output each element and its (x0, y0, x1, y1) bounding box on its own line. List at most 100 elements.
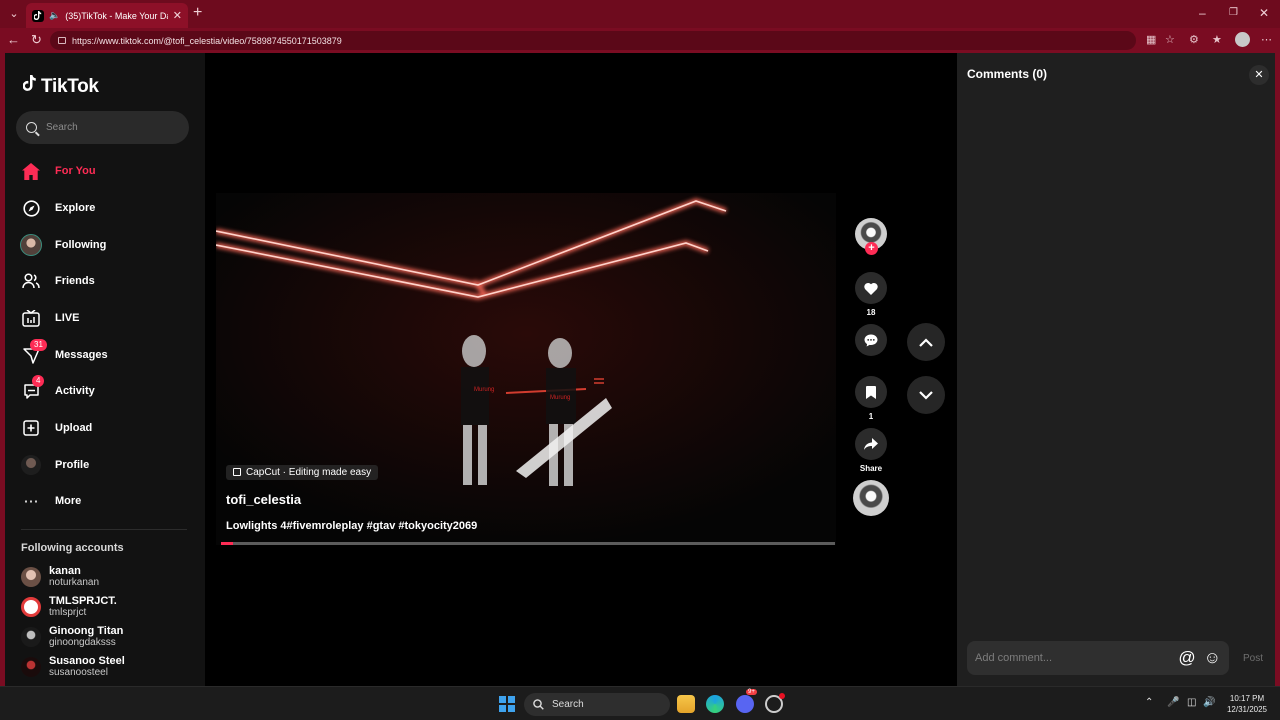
account-name: Ginoong Titan (49, 625, 124, 637)
emoji-icon[interactable]: ☺ (1204, 649, 1221, 667)
account-name: Susanoo Steel (49, 655, 125, 667)
previous-video-button[interactable] (907, 323, 945, 361)
chevron-up-icon (919, 337, 933, 347)
progress-fill (221, 542, 234, 545)
next-video-button[interactable] (907, 376, 945, 414)
follow-plus-icon[interactable]: + (865, 242, 878, 255)
app-icon[interactable] (765, 693, 785, 713)
share-button[interactable]: Share (851, 428, 891, 473)
sidebar-item-following[interactable]: Following (19, 230, 199, 260)
file-explorer-icon[interactable] (677, 695, 695, 713)
taskbar-search[interactable]: Search (524, 693, 670, 716)
url-text: https://www.tiktok.com/@tofi_celestia/vi… (72, 35, 342, 46)
music-disc-avatar (853, 480, 889, 516)
comment-input[interactable]: Add comment... @ ☺ (967, 641, 1229, 675)
tiktok-favicon-icon (32, 9, 44, 22)
sidebar-item-more[interactable]: ⋯ More (19, 486, 199, 516)
favorite-star-icon[interactable]: ☆ (1165, 34, 1175, 46)
close-comments-icon[interactable]: ✕ (1249, 65, 1269, 85)
system-clock[interactable]: 10:17 PM 12/31/2025 (1222, 693, 1272, 715)
capcut-tag[interactable]: CapCut · Editing made easy (226, 464, 379, 480)
following-account[interactable]: Susanoo Steel susanoosteel (21, 653, 191, 681)
following-account[interactable]: kanan noturkanan (21, 563, 191, 591)
microphone-icon[interactable]: 🎤 (1167, 697, 1179, 708)
music-disc-button[interactable] (851, 480, 891, 516)
mention-icon[interactable]: @ (1178, 649, 1195, 667)
like-count: 18 (866, 308, 876, 317)
app-available-icon[interactable]: ▦ (1146, 34, 1156, 46)
window-close-icon[interactable]: ✕ (1259, 6, 1269, 20)
sidebar-item-friends[interactable]: Friends (19, 266, 199, 296)
account-avatar (21, 657, 41, 677)
sidebar-item-for-you[interactable]: For You (19, 156, 199, 186)
network-icon[interactable]: ◫ (1187, 697, 1196, 708)
following-accounts-header: Following accounts (21, 542, 124, 554)
sidebar-item-messages[interactable]: 31 Messages (19, 339, 199, 370)
profile-avatar[interactable] (1235, 32, 1250, 47)
discord-badge: 9+ (746, 689, 757, 695)
search-icon (26, 122, 37, 133)
browser-tab[interactable]: 🔈 (35)TikTok - Make Your Day ✕ (26, 3, 188, 28)
tiktok-page: TikTok Search For You Explore Following … (5, 53, 1275, 686)
heart-icon (855, 272, 887, 304)
refresh-icon[interactable]: ↻ (31, 33, 42, 47)
sidebar: TikTok Search For You Explore Following … (5, 53, 205, 686)
account-name: kanan (49, 565, 81, 577)
profile-avatar (19, 453, 43, 477)
messages-icon: 31 (19, 339, 47, 367)
menu-dots-icon[interactable]: ⋯ (1261, 34, 1272, 46)
edge-browser-icon[interactable] (706, 695, 724, 713)
sidebar-item-upload[interactable]: Upload (19, 413, 199, 443)
sidebar-item-live[interactable]: LIVE (19, 303, 199, 333)
extension-icon[interactable]: ⚙ (1189, 34, 1199, 46)
back-icon[interactable]: ← (7, 33, 20, 47)
compass-icon (19, 196, 43, 220)
clock-date: 12/31/2025 (1226, 705, 1268, 714)
sidebar-item-activity[interactable]: 4 Activity (19, 375, 199, 406)
search-input[interactable]: Search (16, 111, 189, 144)
comments-header: Comments (0) (967, 67, 1048, 81)
like-button[interactable]: 18 (851, 272, 891, 317)
tab-audio-icon[interactable]: 🔈 (49, 10, 60, 21)
tiktok-logo[interactable]: TikTok (22, 75, 99, 98)
comment-button[interactable] (851, 324, 891, 356)
restore-icon[interactable]: ❐ (1229, 6, 1238, 20)
following-account[interactable]: TMLSPRJCT. tmlsprjct (21, 593, 191, 621)
sidebar-item-label: More (55, 495, 82, 507)
clock-time: 10:17 PM (1229, 694, 1265, 703)
search-placeholder: Search (46, 122, 78, 133)
sidebar-item-label: Activity (55, 385, 95, 397)
chevron-down-icon (919, 390, 933, 400)
following-account[interactable]: Ginoong Titan ginoongdaksss (21, 623, 191, 651)
sidebar-item-profile[interactable]: Profile (19, 450, 199, 480)
video-progress-bar[interactable] (221, 542, 835, 545)
messages-badge: 31 (30, 339, 47, 351)
new-tab-icon[interactable]: + (193, 5, 202, 21)
tiktok-note-icon (22, 75, 37, 98)
tab-close-icon[interactable]: ✕ (173, 9, 182, 22)
creator-avatar-button[interactable]: + (851, 218, 891, 255)
account-handle: susanoosteel (49, 667, 108, 678)
svg-text:Murung: Murung (550, 395, 570, 401)
sidebar-item-explore[interactable]: Explore (19, 193, 199, 223)
windows-start-icon[interactable] (499, 696, 515, 712)
minimize-icon[interactable]: – (1199, 6, 1206, 20)
live-icon (19, 306, 43, 330)
url-input[interactable]: https://www.tiktok.com/@tofi_celestia/vi… (50, 31, 1136, 50)
discord-icon[interactable]: 9+ (736, 689, 757, 713)
following-avatar (19, 233, 43, 257)
capcut-icon (233, 468, 241, 476)
post-button[interactable]: Post (1243, 653, 1263, 664)
video-player[interactable]: Murung Murung CapCut · Editing made easy… (216, 193, 836, 545)
favorites-icon[interactable]: ★ (1212, 34, 1222, 46)
tab-list-chevron-icon[interactable]: ⌄ (6, 6, 22, 22)
bookmark-button[interactable]: 1 (851, 376, 891, 421)
upload-icon (19, 416, 43, 440)
logo-text: TikTok (41, 75, 99, 97)
video-author[interactable]: tofi_celestia (226, 492, 826, 507)
tray-chevron-up-icon[interactable]: ⌃ (1145, 697, 1153, 708)
video-description: Lowlights 4#fivemroleplay #gtav #tokyoci… (226, 520, 478, 532)
activity-icon: 4 (19, 375, 45, 403)
volume-icon[interactable]: 🔊 (1203, 697, 1215, 708)
sidebar-item-label: Upload (55, 422, 93, 434)
